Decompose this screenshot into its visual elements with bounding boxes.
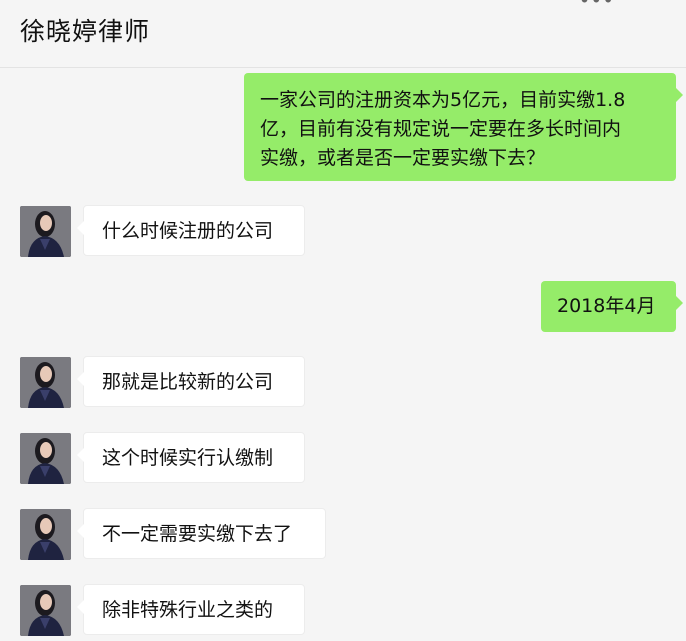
incoming-message-bubble[interactable]: 不一定需要实缴下去了 <box>77 508 326 559</box>
message-text-line: 亿，目前有没有规定说一定要在多长时间内 <box>260 118 622 140</box>
message-text: 2018年4月 <box>557 295 656 317</box>
chat-header: 徐晓婷律师 ••• <box>0 0 686 68</box>
message-text: 除非特殊行业之类的 <box>102 599 274 621</box>
message-text-line: 实缴，或者是否一定要实缴下去？ <box>260 147 546 169</box>
person-avatar-icon <box>20 509 71 560</box>
person-avatar-icon <box>20 585 71 636</box>
incoming-message-bubble[interactable]: 什么时候注册的公司 <box>77 205 305 256</box>
message-list: 一家公司的注册资本为5亿元，目前实缴1.8 亿，目前有没有规定说一定要在多长时间… <box>0 69 686 641</box>
contact-avatar[interactable] <box>20 357 71 408</box>
more-icon[interactable]: ••• <box>579 0 614 12</box>
incoming-message-bubble[interactable]: 这个时候实行认缴制 <box>77 432 305 483</box>
message-text: 不一定需要实缴下去了 <box>102 523 293 545</box>
message-text: 什么时候注册的公司 <box>102 220 274 242</box>
outgoing-message-bubble[interactable]: 2018年4月 <box>541 281 683 332</box>
person-avatar-icon <box>20 357 71 408</box>
message-text: 这个时候实行认缴制 <box>102 447 274 469</box>
message-text: 那就是比较新的公司 <box>102 371 274 393</box>
incoming-message-bubble[interactable]: 那就是比较新的公司 <box>77 356 305 407</box>
contact-avatar[interactable] <box>20 509 71 560</box>
contact-avatar[interactable] <box>20 206 71 257</box>
contact-avatar[interactable] <box>20 585 71 636</box>
outgoing-message-bubble[interactable]: 一家公司的注册资本为5亿元，目前实缴1.8 亿，目前有没有规定说一定要在多长时间… <box>244 73 683 181</box>
contact-avatar[interactable] <box>20 433 71 484</box>
message-text-line: 一家公司的注册资本为5亿元，目前实缴1.8 <box>260 89 626 111</box>
chat-title: 徐晓婷律师 <box>20 17 151 46</box>
person-avatar-icon <box>20 433 71 484</box>
person-avatar-icon <box>20 206 71 257</box>
incoming-message-bubble[interactable]: 除非特殊行业之类的 <box>77 584 305 635</box>
